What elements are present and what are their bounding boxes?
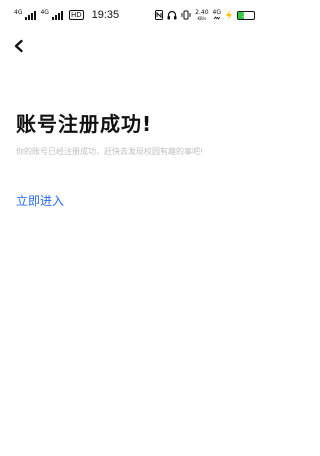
sim2-signal-icon xyxy=(51,10,63,20)
nfc-icon xyxy=(155,10,164,20)
sim1-label: 4G xyxy=(14,9,23,16)
sim1-signal-icon xyxy=(25,10,37,20)
net-speed: 2.40 KB/s xyxy=(195,9,208,21)
status-left: 4G 4G HD 19:35 xyxy=(14,9,119,21)
battery-icon: 35 xyxy=(237,10,255,20)
data-network: 4G xyxy=(213,10,221,20)
sim1-signal: 4G xyxy=(14,9,37,20)
charging-icon xyxy=(225,10,233,20)
page-subtitle: 你的账号已经注册成功，赶快去发现校园有趣的事吧! xyxy=(16,147,204,156)
status-right: 2.40 KB/s 4G 35 xyxy=(155,9,255,21)
chevron-left-icon xyxy=(14,39,23,53)
clock: 19:35 xyxy=(91,9,120,21)
hd-badge: HD xyxy=(68,10,84,20)
screen: 4G 4G HD 19:35 2.40 KB/s 4G 35 账号注册成功! 你… xyxy=(0,0,269,456)
net-speed-unit: KB/s xyxy=(197,15,207,21)
page-title: 账号注册成功! xyxy=(16,112,153,136)
data-arrows-icon xyxy=(213,16,221,20)
vibrate-icon xyxy=(181,10,191,20)
status-bar: 4G 4G HD 19:35 2.40 KB/s 4G 35 xyxy=(0,0,269,30)
sim2-label: 4G xyxy=(40,9,49,16)
battery-level: 35 xyxy=(242,11,250,19)
enter-now-link[interactable]: 立即进入 xyxy=(16,192,64,209)
sim2-signal: 4G xyxy=(40,9,63,20)
headset-icon xyxy=(167,10,177,20)
back-button[interactable] xyxy=(12,38,26,53)
